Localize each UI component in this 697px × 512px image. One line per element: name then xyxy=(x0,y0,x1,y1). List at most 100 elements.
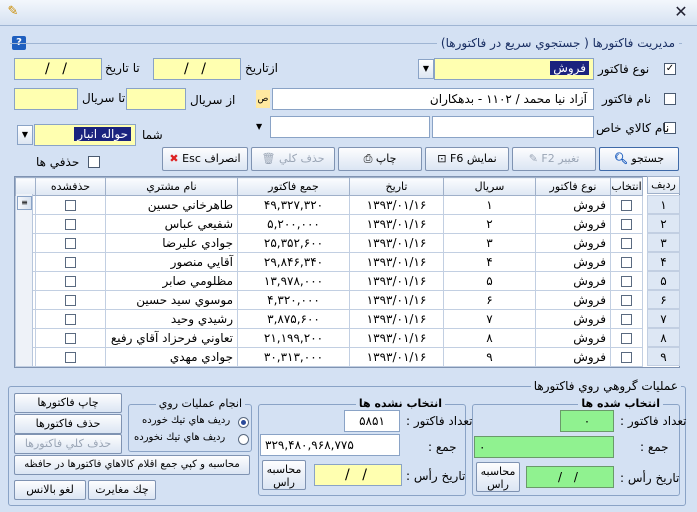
copy-items-to-memory-button[interactable]: محاسبه و كپي جمع اقلام كالاهاي فاكتورها … xyxy=(14,455,250,475)
row-deleted-checkbox[interactable] xyxy=(65,352,76,363)
radio-unchecked-rows[interactable] xyxy=(238,434,249,445)
deleted-cell[interactable] xyxy=(35,271,106,291)
deleted-cell[interactable] xyxy=(35,347,106,367)
row-deleted-checkbox[interactable] xyxy=(65,276,76,287)
row-deleted-checkbox[interactable] xyxy=(65,257,76,268)
to-date-input[interactable]: / / xyxy=(14,58,102,80)
table-row[interactable]: جوادي مهدي ۳۰,۳۱۳,۰۰۰ ۱۳۹۳/۰۱/۱۶ ۹ فروش xyxy=(15,347,643,367)
column-header-row[interactable]: رديف xyxy=(647,176,680,194)
select-cell[interactable] xyxy=(610,309,643,329)
deleted-cell[interactable] xyxy=(35,328,106,348)
select-cell[interactable] xyxy=(610,347,643,367)
special-goods-dropdown-icon[interactable]: ▼ xyxy=(256,122,262,131)
row-number-cell[interactable]: ۱ xyxy=(647,195,680,214)
deleted-cell[interactable] xyxy=(35,214,106,234)
print-invoices-button[interactable]: چاپ فاكتورها xyxy=(14,393,122,413)
column-header-serial[interactable]: سريال xyxy=(443,177,536,196)
row-select-checkbox[interactable] xyxy=(621,219,632,230)
grid-scrollbar[interactable] xyxy=(16,194,33,366)
deleted-cell[interactable] xyxy=(35,233,106,253)
select-cell[interactable] xyxy=(610,233,643,253)
row-select-checkbox[interactable] xyxy=(621,352,632,363)
print-button-label: چاپ xyxy=(375,152,397,165)
column-header-invoice-type[interactable]: نوع فاكتور xyxy=(535,177,611,196)
select-cell[interactable] xyxy=(610,252,643,272)
row-deleted-checkbox[interactable] xyxy=(65,200,76,211)
cancel-button[interactable]: انصراف Esc ✖ xyxy=(162,147,248,171)
grid-scroll-thumb[interactable]: ≡ xyxy=(17,196,32,210)
from-date-input[interactable]: / / xyxy=(153,58,241,80)
row-number-cell[interactable]: ۴ xyxy=(647,252,680,271)
row-select-checkbox[interactable] xyxy=(621,200,632,211)
row-number-cell[interactable]: ۲ xyxy=(647,214,680,233)
delete-invoices-button[interactable]: حذف فاكتورها xyxy=(14,414,122,434)
delete-all-button[interactable]: حذف كلي 🗑︎ xyxy=(251,147,335,171)
row-select-checkbox[interactable] xyxy=(621,333,632,344)
row-select-checkbox[interactable] xyxy=(621,276,632,287)
invoice-type-dropdown-button[interactable]: ▼ xyxy=(418,59,434,79)
table-row[interactable]: رشيدي وحيد ۳,۸۷۵,۶۰۰ ۱۳۹۳/۰۱/۱۶ ۷ فروش xyxy=(15,309,643,329)
row-number-cell[interactable]: ۶ xyxy=(647,290,680,309)
row-select-checkbox[interactable] xyxy=(621,295,632,306)
select-cell[interactable] xyxy=(610,195,643,215)
row-number-cell[interactable]: ۳ xyxy=(647,233,680,252)
deleted-cell[interactable] xyxy=(35,309,106,329)
customer-name-checkbox[interactable] xyxy=(664,93,676,105)
customer-name-input[interactable]: آزاد نيا محمد / ۱۱۰۲ - بدهكاران xyxy=(272,88,594,110)
table-row[interactable]: تعاوني فرحزاد آقاي رفيع ۲۱,۱۹۹,۲۰۰ ۱۳۹۳/۰۱… xyxy=(15,328,643,348)
special-goods-name-input[interactable] xyxy=(270,116,430,138)
print-button[interactable]: چاپ ⎙ xyxy=(338,147,422,171)
select-cell[interactable] xyxy=(610,214,643,234)
selected-due-date-input[interactable]: / / xyxy=(526,466,614,488)
shipping-select[interactable]: حواله انبار xyxy=(34,124,136,146)
row-deleted-checkbox[interactable] xyxy=(65,295,76,306)
radio-checked-rows[interactable] xyxy=(238,417,249,428)
row-number-cell[interactable]: ۹ xyxy=(647,347,680,366)
select-cell[interactable] xyxy=(610,290,643,310)
edit-button[interactable]: تغيير F2 ✎ xyxy=(512,147,596,171)
column-header-date[interactable]: تاريخ xyxy=(349,177,444,196)
row-select-checkbox[interactable] xyxy=(621,238,632,249)
row-deleted-checkbox[interactable] xyxy=(65,238,76,249)
row-number-cell[interactable]: ۷ xyxy=(647,309,680,328)
table-row[interactable]: موسوي سيد حسين ۴,۳۲۰,۰۰۰ ۱۳۹۳/۰۱/۱۶ ۶ فروش xyxy=(15,290,643,310)
table-row[interactable]: شفيعي عباس ۵,۲۰۰,۰۰۰ ۱۳۹۳/۰۱/۱۶ ۲ فروش xyxy=(15,214,643,234)
customer-search-icon[interactable]: ص xyxy=(256,90,270,108)
deleted-cell[interactable] xyxy=(35,290,106,310)
deleted-cell[interactable] xyxy=(35,252,106,272)
deleted-cell[interactable] xyxy=(35,195,106,215)
table-row[interactable]: آقايي منصور ۲۹,۸۴۶,۳۴۰ ۱۳۹۳/۰۱/۱۶ ۴ فروش xyxy=(15,252,643,272)
column-header-total[interactable]: جمع فاكتور xyxy=(237,177,350,196)
search-button[interactable]: جستجو 🔍︎ xyxy=(599,147,679,171)
shipping-dropdown-button[interactable]: ▼ xyxy=(17,125,33,145)
table-row[interactable]: طاهرخاني حسين ۴۹,۳۲۷,۳۲۰ ۱۳۹۳/۰۱/۱۶ ۱ فروش xyxy=(15,195,643,215)
row-select-checkbox[interactable] xyxy=(621,314,632,325)
row-deleted-checkbox[interactable] xyxy=(65,333,76,344)
column-header-select[interactable]: انتخاب xyxy=(610,177,643,196)
close-button[interactable]: ✕ xyxy=(670,2,692,22)
invoice-type-checkbox[interactable]: ✓ xyxy=(664,63,676,75)
check-difference-button[interactable]: چك مغايرت xyxy=(88,480,156,500)
special-goods-code-input[interactable] xyxy=(432,116,594,138)
cancel-balance-button[interactable]: لغو بالانس xyxy=(14,480,86,500)
row-number-cell[interactable]: ۸ xyxy=(647,328,680,347)
unselected-due-date-input[interactable]: / / xyxy=(314,464,402,486)
row-deleted-checkbox[interactable] xyxy=(65,314,76,325)
row-select-checkbox[interactable] xyxy=(621,257,632,268)
table-row[interactable]: مظلومي صابر ۱۳,۹۷۸,۰۰۰ ۱۳۹۳/۰۱/۱۶ ۵ فروش xyxy=(15,271,643,291)
delete-all-invoices-button[interactable]: حذف كلي فاكتورها xyxy=(14,434,122,454)
from-serial-input[interactable] xyxy=(126,88,186,110)
to-serial-input[interactable] xyxy=(14,88,78,110)
selected-calc-due-button[interactable]: محاسبه راس xyxy=(476,462,520,492)
table-row[interactable]: جوادي عليرضا ۲۵,۳۵۲,۶۰۰ ۱۳۹۳/۰۱/۱۶ ۳ فروش xyxy=(15,233,643,253)
row-number-cell[interactable]: ۵ xyxy=(647,271,680,290)
select-cell[interactable] xyxy=(610,271,643,291)
column-header-deleted[interactable]: حذفشده xyxy=(35,177,106,196)
deleted-checkbox[interactable] xyxy=(88,156,100,168)
show-button[interactable]: نمايش F6 ⊡ xyxy=(425,147,509,171)
column-header-customer[interactable]: نام مشتري xyxy=(105,177,238,196)
unselected-calc-due-button[interactable]: محاسبه راس xyxy=(262,460,306,490)
row-deleted-checkbox[interactable] xyxy=(65,219,76,230)
select-cell[interactable] xyxy=(610,328,643,348)
invoice-type-select[interactable]: فروش xyxy=(434,58,594,80)
